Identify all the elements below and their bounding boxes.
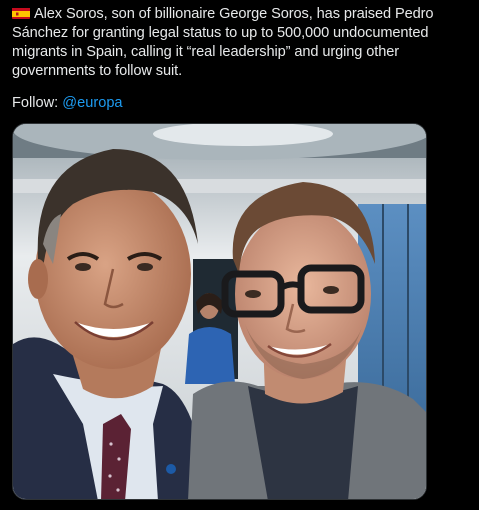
tweet-text: Alex Soros, son of billionaire George So… xyxy=(12,5,474,81)
tweet-photo[interactable] xyxy=(12,123,427,500)
mention-link[interactable]: @europa xyxy=(62,95,122,111)
photo-illustration xyxy=(13,124,426,499)
tweet-body: Alex Soros, son of billionaire George So… xyxy=(12,6,434,79)
follow-label: Follow: xyxy=(12,95,59,111)
follow-line: Follow: @europa xyxy=(12,94,123,113)
spain-flag-icon xyxy=(12,7,30,19)
